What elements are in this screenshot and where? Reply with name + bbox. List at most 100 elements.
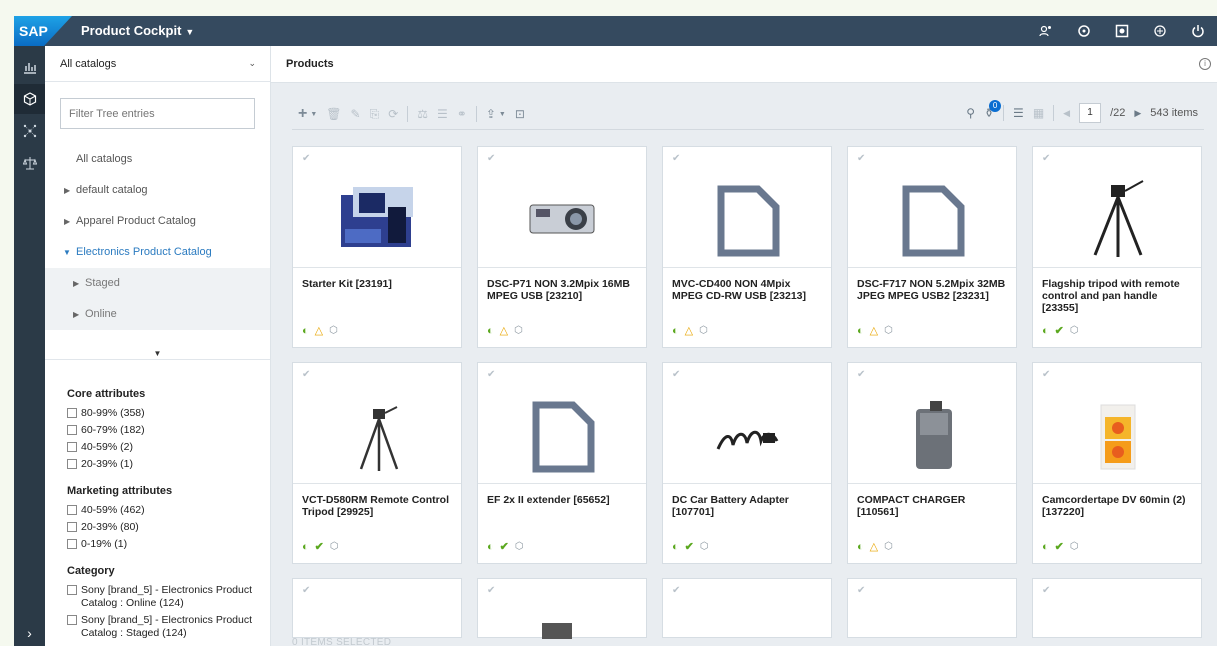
product-card[interactable]: ✔ — [1032, 578, 1202, 638]
select-check-icon[interactable]: ✔ — [857, 585, 865, 596]
select-check-icon[interactable]: ✔ — [672, 153, 680, 164]
cube-icon: ⬡ — [699, 325, 708, 336]
caret-right-icon[interactable]: ▶ — [73, 299, 79, 330]
copy-icon[interactable]: ⎘ — [370, 107, 380, 122]
filter-tree-input[interactable] — [60, 98, 255, 129]
settings-icon[interactable] — [1153, 24, 1167, 38]
catalog-select[interactable]: All catalogs ⌄ — [45, 46, 270, 82]
checkbox[interactable] — [67, 615, 77, 625]
tree-item-staged[interactable]: ▶ Staged — [45, 268, 270, 299]
product-image — [542, 623, 572, 639]
delete-icon[interactable]: 🗑 — [326, 107, 341, 121]
product-card[interactable]: ✔ — [662, 578, 832, 638]
checkbox[interactable] — [67, 442, 77, 452]
checkbox[interactable] — [67, 425, 77, 435]
link-icon[interactable]: ⚭ — [457, 107, 467, 121]
caret-right-icon[interactable]: ▶ — [64, 206, 70, 237]
product-card[interactable]: ✔ Flagship tripod with remote control an… — [1032, 146, 1202, 348]
next-page-icon[interactable]: ▶ — [1134, 108, 1141, 119]
select-check-icon[interactable]: ✔ — [857, 369, 865, 380]
product-card[interactable]: ✔ Starter Kit [23191] ◐ △ ⬡ — [292, 146, 462, 348]
tree-item-label: Apparel Product Catalog — [76, 215, 196, 227]
product-card[interactable]: ✔ DC Car Battery Adapter [107701] ◐ ✔ ⬡ — [662, 362, 832, 564]
add-icon[interactable]: + — [298, 105, 307, 123]
select-check-icon[interactable]: ✔ — [487, 153, 495, 164]
product-card[interactable]: ✔ DSC-P71 NON 3.2Mpix 16MB MPEG USB [232… — [477, 146, 647, 348]
list-check-icon[interactable]: ☰ — [437, 107, 448, 121]
select-check-icon[interactable]: ✔ — [857, 153, 865, 164]
tree-item-online[interactable]: ▶ Online — [45, 299, 270, 330]
tree-item-label: Staged — [85, 277, 120, 289]
tree-item-apparel-catalog[interactable]: ▶ Apparel Product Catalog — [45, 206, 270, 237]
tree-item-electronics-catalog[interactable]: ▼ Electronics Product Catalog — [45, 237, 270, 268]
notification-icon[interactable] — [1115, 24, 1129, 38]
card-divider — [1033, 267, 1201, 268]
grid-view-icon[interactable]: ▦ — [1033, 106, 1044, 120]
caret-down-icon[interactable]: ▼ — [63, 237, 71, 268]
checkbox[interactable] — [67, 505, 77, 515]
sap-logo[interactable]: SAP — [14, 16, 72, 46]
search-icon[interactable]: ⚲ — [966, 106, 975, 120]
select-check-icon[interactable]: ✔ — [302, 153, 310, 164]
panel-splitter[interactable]: ▼ — [45, 350, 270, 360]
select-check-icon[interactable]: ✔ — [1042, 369, 1050, 380]
checkbox[interactable] — [67, 522, 77, 532]
facet-option[interactable]: 40-59% (2) — [67, 441, 262, 454]
workflow-icon[interactable]: ⊡ — [515, 107, 525, 121]
edit-icon[interactable]: ✎ — [351, 107, 361, 121]
caret-right-icon[interactable]: ▶ — [73, 268, 79, 299]
product-card[interactable]: ✔ — [847, 578, 1017, 638]
caret-right-icon[interactable]: ▶ — [64, 175, 70, 206]
sync-icon[interactable] — [1077, 24, 1091, 38]
facet-option[interactable]: 80-99% (358) — [67, 407, 262, 420]
product-card[interactable]: ✔ — [292, 578, 462, 638]
export-icon[interactable]: ⇪ — [486, 107, 496, 121]
facet-option[interactable]: 60-79% (182) — [67, 424, 262, 437]
product-image — [529, 204, 595, 234]
facet-option[interactable]: Sony [brand_5] - Electronics Product Cat… — [67, 614, 262, 640]
checkbox[interactable] — [67, 408, 77, 418]
expand-rail-button[interactable]: › — [14, 620, 45, 646]
previous-page-icon[interactable]: ◀ — [1063, 108, 1070, 119]
checkbox[interactable] — [67, 585, 77, 595]
select-check-icon[interactable]: ✔ — [302, 369, 310, 380]
facet-option[interactable]: 40-59% (462) — [67, 504, 262, 517]
network-icon[interactable] — [14, 116, 45, 146]
product-card[interactable]: ✔ Camcordertape DV 60min (2) [137220] ◐ … — [1032, 362, 1202, 564]
select-check-icon[interactable]: ✔ — [672, 585, 680, 596]
select-check-icon[interactable]: ✔ — [1042, 585, 1050, 596]
checkbox[interactable] — [67, 539, 77, 549]
analytics-icon[interactable] — [14, 52, 45, 82]
sync-icon[interactable]: ⟳ — [388, 107, 398, 121]
power-icon[interactable] — [1191, 24, 1205, 38]
app-title[interactable]: Product Cockpit ▼ — [81, 23, 194, 38]
caret-down-icon[interactable]: ▼ — [499, 111, 506, 118]
list-view-icon[interactable]: ☰ — [1013, 106, 1024, 120]
product-card[interactable]: ✔ DSC-F717 NON 5.2Mpix 32MB JPEG MPEG US… — [847, 146, 1017, 348]
user-group-icon[interactable] — [1039, 24, 1053, 38]
page-number-input[interactable]: 1 — [1079, 103, 1102, 123]
product-cube-icon[interactable] — [14, 84, 45, 114]
facet-option[interactable]: 20-39% (1) — [67, 458, 262, 471]
product-card[interactable]: ✔ VCT-D580RM Remote Control Tripod [2992… — [292, 362, 462, 564]
select-check-icon[interactable]: ✔ — [1042, 153, 1050, 164]
tree-item-default-catalog[interactable]: ▶ default catalog — [45, 175, 270, 206]
select-check-icon[interactable]: ✔ — [487, 369, 495, 380]
product-card[interactable]: ✔ COMPACT CHARGER [110561] ◐ △ ⬡ — [847, 362, 1017, 564]
facet-option[interactable]: 0-19% (1) — [67, 538, 262, 551]
compare-icon[interactable]: ⚖ — [417, 107, 428, 121]
balance-icon[interactable] — [14, 148, 45, 178]
checkbox[interactable] — [67, 459, 77, 469]
product-card[interactable]: ✔ EF 2x II extender [65652] ◐ ✔ ⬡ — [477, 362, 647, 564]
filter-icon[interactable]: ⚱ 0 — [984, 100, 1002, 120]
info-icon[interactable]: i — [1199, 58, 1211, 70]
select-check-icon[interactable]: ✔ — [302, 585, 310, 596]
facet-option[interactable]: 20-39% (80) — [67, 521, 262, 534]
product-card[interactable]: ✔ — [477, 578, 647, 639]
tree-item-all-catalogs[interactable]: All catalogs — [45, 144, 270, 175]
select-check-icon[interactable]: ✔ — [672, 369, 680, 380]
select-check-icon[interactable]: ✔ — [487, 585, 495, 596]
product-card[interactable]: ✔ MVC-CD400 NON 4Mpix MPEG CD-RW USB [23… — [662, 146, 832, 348]
facet-option[interactable]: Sony [brand_5] - Electronics Product Cat… — [67, 584, 262, 610]
caret-down-icon[interactable]: ▼ — [310, 111, 317, 118]
